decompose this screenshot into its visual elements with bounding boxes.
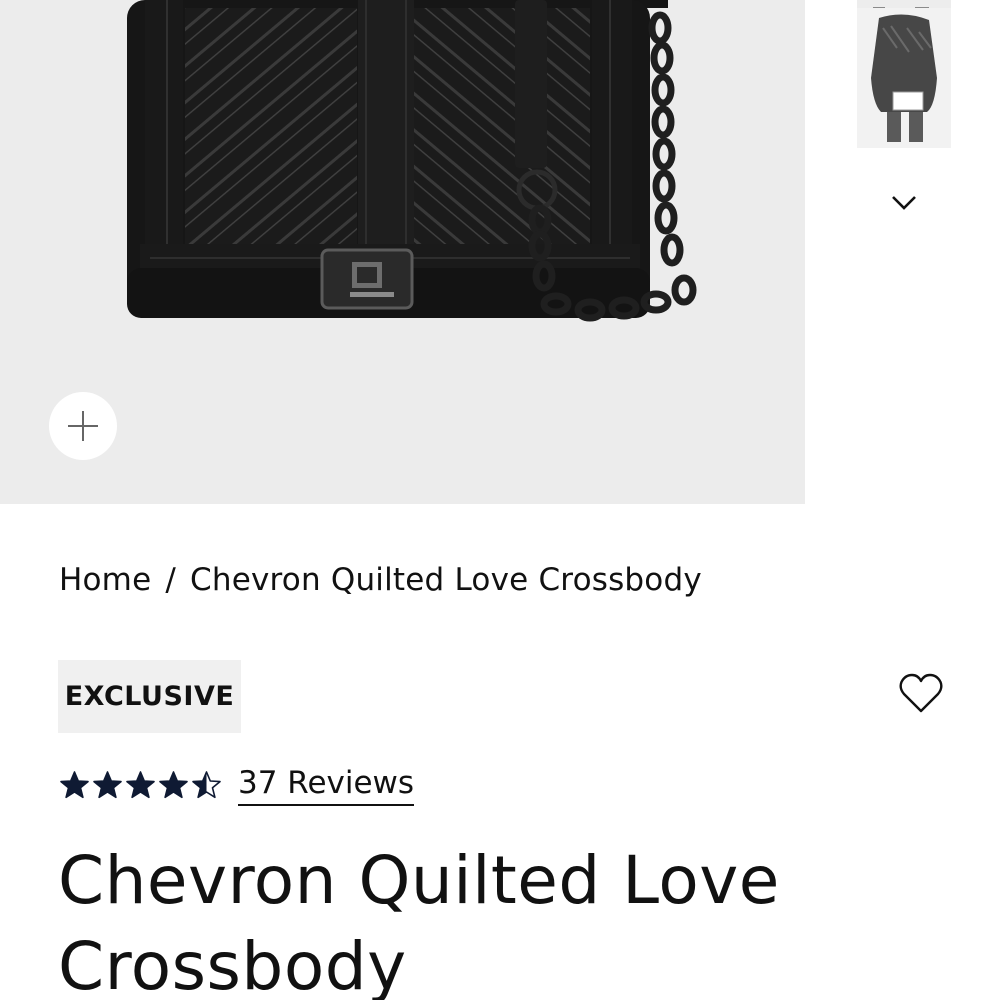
zoom-button[interactable] — [49, 392, 117, 460]
thumbnail-photo — [857, 8, 951, 148]
thumbnail-column — [805, 0, 999, 504]
thumbnails-scroll-down-button[interactable] — [888, 186, 920, 218]
star-full-icon — [93, 771, 122, 799]
breadcrumb-home-link[interactable]: Home — [59, 562, 151, 598]
star-half-icon — [192, 771, 221, 799]
star-full-icon — [126, 771, 155, 799]
plus-icon — [68, 411, 98, 441]
product-photo — [127, 0, 697, 322]
chevron-down-icon — [892, 196, 916, 210]
exclusive-badge: EXCLUSIVE — [58, 660, 241, 733]
product-page: Home / Chevron Quilted Love Crossbody EXCL… — [0, 0, 999, 1000]
star-full-icon — [60, 771, 89, 799]
heart-outline-icon — [899, 673, 943, 713]
rating-stars — [59, 770, 224, 800]
product-title: Chevron Quilted Love Crossbody — [58, 842, 780, 1000]
product-rating: 37 Reviews — [59, 764, 415, 806]
breadcrumb-separator: / — [165, 562, 177, 598]
thumbnail-image[interactable] — [857, 8, 951, 148]
thumbnail-image[interactable] — [857, 0, 951, 8]
breadcrumb-current: Chevron Quilted Love Crossbody — [190, 562, 702, 598]
main-product-image[interactable] — [0, 0, 805, 504]
star-full-icon — [159, 771, 188, 799]
breadcrumb: Home / Chevron Quilted Love Crossbody — [59, 562, 702, 598]
reviews-link[interactable]: 37 Reviews — [238, 764, 415, 806]
wishlist-button[interactable] — [898, 671, 944, 717]
